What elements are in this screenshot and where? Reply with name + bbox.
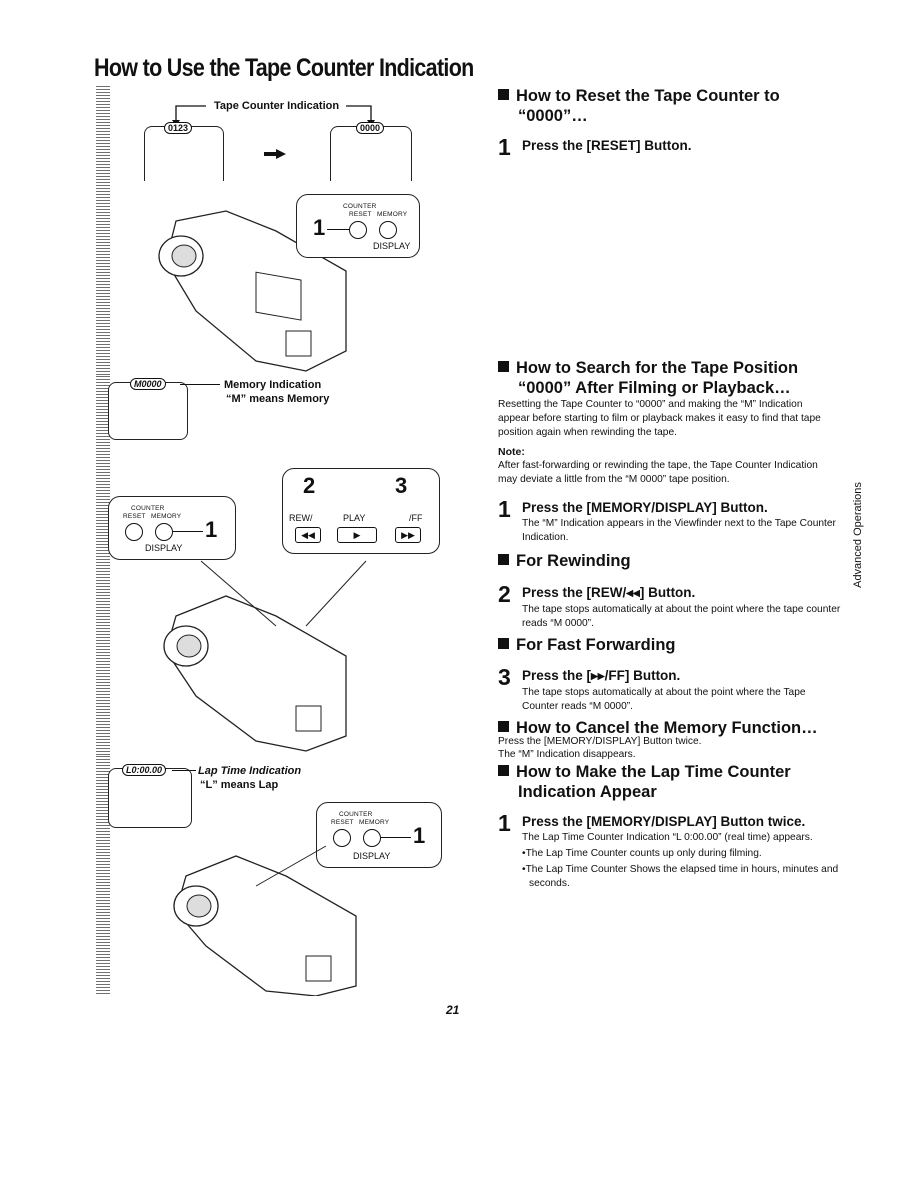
section-heading-reset: How to Reset the Tape Counter to “0000”… [498,86,838,126]
camcorder-illustration [163,560,367,752]
section-heading-ff: For Fast Forwarding [498,635,676,655]
viewfinder-after [330,126,412,181]
memory-display-button[interactable] [379,221,397,239]
bullet-item: •The Lap Time Counter counts up only dur… [522,848,762,859]
leader-line [172,770,196,771]
step-body: The tape stops automatically at about th… [522,604,841,629]
step-body: The “M” Indication appears in the Viewfi… [522,518,836,543]
counter-caption: COUNTER [343,203,377,210]
heading-line: “0000”… [518,107,588,125]
memory-caption: MEMORY [151,513,182,520]
step-number: 1 [498,134,511,160]
step-body: The Lap Time Counter Indication “L 0:00.… [522,832,813,843]
search-step-1: 1 Press the [MEMORY/DISPLAY] Button. The… [498,496,857,545]
section-heading-search: How to Search for the Tape Position “000… [498,358,838,398]
page-title: How to Use the Tape Counter Indication [94,54,474,82]
callout-number: 1 [205,517,218,542]
reset-caption: RESET [123,513,146,520]
memory-caption: MEMORY [377,211,408,218]
heading-line: For Fast Forwarding [516,636,676,654]
note-label: Note: [498,446,525,458]
viewfinder-before [144,126,224,181]
square-bullet-icon [498,638,509,649]
callout-line [327,229,349,230]
ff-step-3: 3 Press the [▸▸/FF] Button. The tape sto… [498,664,842,714]
memory-counter: M0000 [130,378,166,390]
leader-line [180,384,220,385]
ff-caption: /FF [409,513,423,523]
camcorder-illustration [173,845,357,996]
square-bullet-icon [498,721,509,732]
reset-caption: RESET [349,211,372,218]
bullet-text: The Lap Time Counter counts up only duri… [525,848,762,859]
square-bullet-icon [498,554,509,565]
callout-number: 2 [303,473,316,498]
step-number: 2 [498,581,511,607]
control-callout-reset: COUNTER RESET MEMORY DISPLAY 1 [296,194,420,258]
heading-line: “0000” After Filming or Playback… [518,379,791,397]
bullet-text: The Lap Time Counter Shows the elapsed t… [525,864,839,889]
memory-display-button[interactable] [155,523,173,541]
rew-caption: REW/ [289,513,313,523]
page-number: 21 [446,1003,460,1017]
counter-before: 0123 [164,122,193,134]
step-number: 1 [498,810,511,836]
rewind-step-2: 2 Press the [REW/◂◂] Button. The tape st… [498,581,842,631]
callout-number: 1 [413,823,426,848]
step-title: Press the [MEMORY/DISPLAY] Button twice. [522,814,806,829]
search-intro: Resetting the Tape Counter to “0000” and… [498,399,821,438]
control-callout-transport: 2 3 REW/ PLAY /FF ◀◀ ▶ ▶▶ [282,468,440,554]
heading-line: Indication Appear [518,783,657,801]
step-body: The tape stops automatically at about th… [522,687,806,712]
bullet-item: •The Lap Time Counter Shows the elapsed … [522,864,839,889]
cancel-line-1: Press the [MEMORY/DISPLAY] Button twice. [498,736,702,747]
heading-line: How to Search for the Tape Position [516,359,799,377]
heading-line: How to Reset the Tape Counter to [516,87,780,105]
callout-number: 1 [313,215,326,240]
square-bullet-icon [498,89,509,100]
step-title: Press the [MEMORY/DISPLAY] Button. [522,500,768,515]
square-bullet-icon [498,361,509,372]
lap-meaning: “L” means Lap [200,779,279,791]
reset-button[interactable] [349,221,367,239]
side-tab-label: Advanced Operations [852,482,864,588]
side-tab: Advanced Operations [846,480,870,590]
callout-line [173,531,203,532]
fast-forward-button[interactable]: ▶▶ [395,527,421,543]
lap-step-1: 1 Press the [MEMORY/DISPLAY] Button twic… [498,810,852,891]
memory-meaning: “M” means Memory [226,393,330,405]
memory-indication-label: Memory Indication [224,379,322,391]
step-title: Press the [RESET] Button. [522,138,692,153]
note-text: After fast-forwarding or rewinding the t… [498,460,818,485]
counter-after: 0000 [356,122,385,134]
heading-line: How to Make the Lap Time Counter [516,763,791,781]
step-title: Press the [▸▸/FF] Button. [522,668,681,683]
reset-button[interactable] [125,523,143,541]
step-number: 1 [498,496,511,522]
play-caption: PLAY [343,513,366,523]
section-heading-lap: How to Make the Lap Time Counter Indicat… [498,762,838,802]
cancel-line-2: The “M” Indication disappears. [498,749,636,760]
step-title: Press the [REW/◂◂] Button. [522,585,696,600]
section-heading-rewind: For Rewinding [498,551,631,571]
callout-number: 3 [395,473,408,498]
control-callout-memory: COUNTER RESET MEMORY 1 DISPLAY [108,496,236,560]
step-number: 3 [498,664,511,690]
viewfinder-memory [108,382,188,440]
rewind-button[interactable]: ◀◀ [295,527,321,543]
heading-line: For Rewinding [516,552,631,570]
lap-counter: L0:00.00 [122,764,167,776]
reset-step-1: 1 Press the [RESET] Button. [498,134,842,160]
lap-indication-label: Lap Time Indication [198,765,302,777]
counter-caption: COUNTER [131,505,165,512]
display-caption: DISPLAY [373,241,411,251]
square-bullet-icon [498,765,509,776]
play-button[interactable]: ▶ [337,527,377,543]
display-caption: DISPLAY [145,543,183,553]
illustration-column: Tape Counter Indication 0123 0000 COUNTE… [96,86,456,996]
